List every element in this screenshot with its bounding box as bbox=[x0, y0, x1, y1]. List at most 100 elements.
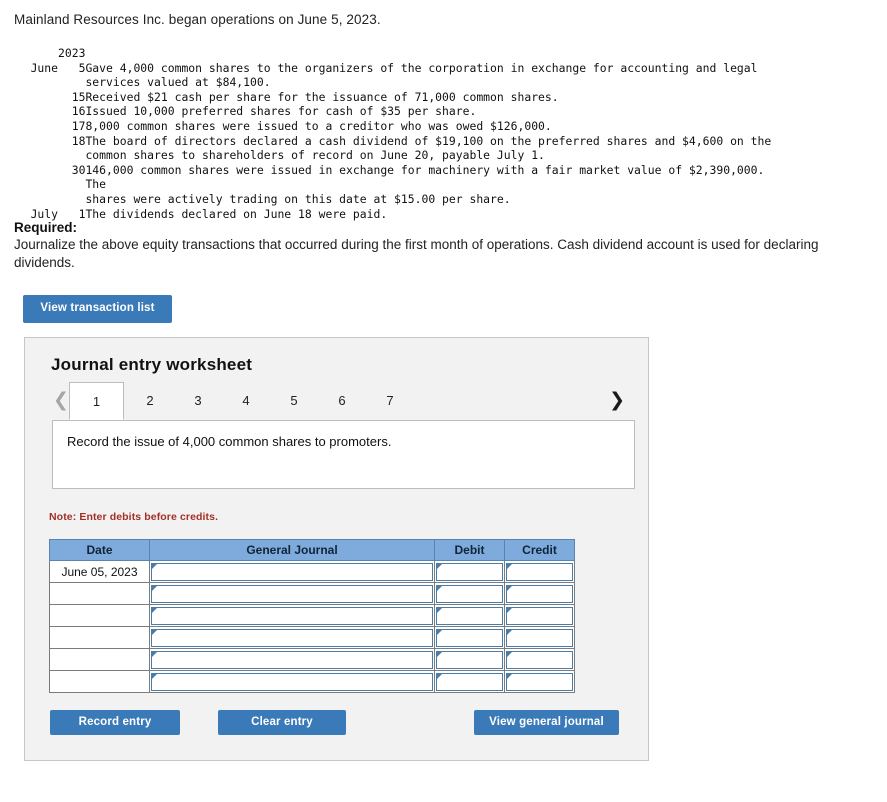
general-journal-input[interactable] bbox=[151, 606, 433, 625]
debit-cell[interactable] bbox=[434, 582, 505, 605]
dropdown-marker-icon bbox=[507, 563, 512, 569]
debit-input[interactable] bbox=[436, 606, 503, 625]
dropdown-marker-icon bbox=[152, 607, 157, 613]
credit-cell[interactable] bbox=[504, 604, 575, 627]
debit-input[interactable] bbox=[436, 650, 503, 669]
dropdown-marker-icon bbox=[437, 673, 442, 679]
date-cell[interactable] bbox=[49, 626, 150, 649]
record-entry-button[interactable]: Record entry bbox=[50, 710, 180, 735]
transaction-row: 30 146,000 common shares were issued in … bbox=[14, 163, 785, 207]
transaction-month: July bbox=[30, 206, 58, 221]
transaction-description: Gave 4,000 common shares to the organize… bbox=[85, 61, 785, 90]
transaction-year-desc bbox=[85, 46, 785, 61]
dropdown-marker-icon bbox=[152, 629, 157, 635]
dropdown-marker-icon bbox=[437, 607, 442, 613]
general-journal-cell[interactable] bbox=[149, 626, 435, 649]
transaction-month bbox=[14, 104, 58, 119]
tab-4[interactable]: 4 bbox=[222, 382, 270, 420]
transaction-month bbox=[14, 90, 58, 105]
credit-input[interactable] bbox=[506, 672, 573, 691]
journal-table-head: Date General Journal Debit Credit bbox=[49, 539, 575, 561]
debit-input[interactable] bbox=[436, 562, 503, 581]
debit-cell[interactable] bbox=[434, 604, 505, 627]
column-header-date: Date bbox=[49, 539, 150, 561]
worksheet-title: Journal entry worksheet bbox=[51, 355, 253, 374]
general-journal-input[interactable] bbox=[151, 584, 433, 603]
date-cell[interactable] bbox=[49, 582, 150, 605]
general-journal-input[interactable] bbox=[151, 562, 433, 581]
chevron-left-icon[interactable]: ❮ bbox=[53, 390, 69, 410]
dropdown-marker-icon bbox=[152, 585, 157, 591]
general-journal-input[interactable] bbox=[151, 650, 433, 669]
tab-3[interactable]: 3 bbox=[174, 382, 222, 420]
transaction-day: 17 bbox=[71, 118, 86, 133]
tab-1-label: 1 bbox=[92, 394, 101, 409]
transaction-row: June 5 Gave 4,000 common shares to the o… bbox=[14, 61, 785, 90]
transaction-month: June bbox=[30, 60, 58, 75]
transaction-description-line1: 8,000 common shares were issued to a cre… bbox=[85, 118, 552, 133]
transaction-table-body: 2023 June 5 Gave 4,000 common shares to … bbox=[14, 46, 785, 221]
tab-7[interactable]: 7 bbox=[366, 382, 414, 420]
transaction-row: 17 8,000 common shares were issued to a … bbox=[14, 119, 785, 134]
required-body: Journalize the above equity transactions… bbox=[14, 237, 819, 270]
date-cell[interactable] bbox=[49, 604, 150, 627]
credit-input[interactable] bbox=[506, 584, 573, 603]
dropdown-marker-icon bbox=[437, 629, 442, 635]
debit-cell[interactable] bbox=[434, 648, 505, 671]
tab-1[interactable]: 1 bbox=[69, 382, 124, 420]
transaction-description: Issued 10,000 preferred shares for cash … bbox=[85, 104, 785, 119]
general-journal-input[interactable] bbox=[151, 628, 433, 647]
credit-input[interactable] bbox=[506, 606, 573, 625]
tab-3-label: 3 bbox=[194, 393, 202, 408]
debit-cell[interactable] bbox=[434, 670, 505, 693]
table-row: June 05, 2023 bbox=[49, 560, 575, 583]
general-journal-cell[interactable] bbox=[149, 582, 435, 605]
tab-6[interactable]: 6 bbox=[318, 382, 366, 420]
credit-input[interactable] bbox=[506, 628, 573, 647]
transaction-row: 15 Received $21 cash per share for the i… bbox=[14, 90, 785, 105]
credit-input[interactable] bbox=[506, 650, 573, 669]
dropdown-marker-icon bbox=[437, 585, 442, 591]
clear-entry-button[interactable]: Clear entry bbox=[218, 710, 346, 735]
transaction-description-line1: Issued 10,000 preferred shares for cash … bbox=[85, 104, 477, 119]
view-transaction-list-button[interactable]: View transaction list bbox=[23, 295, 172, 323]
general-journal-cell[interactable] bbox=[149, 670, 435, 693]
date-cell[interactable] bbox=[49, 670, 150, 693]
credit-cell[interactable] bbox=[504, 560, 575, 583]
transaction-day: 18 bbox=[71, 133, 86, 148]
dropdown-marker-icon bbox=[152, 673, 157, 679]
debits-before-credits-note: Note: Enter debits before credits. bbox=[49, 511, 219, 523]
date-cell[interactable]: June 05, 2023 bbox=[49, 560, 150, 583]
dropdown-marker-icon bbox=[152, 651, 157, 657]
tab-2[interactable]: 2 bbox=[126, 382, 174, 420]
chevron-right-icon[interactable]: ❯ bbox=[609, 390, 625, 410]
debit-input[interactable] bbox=[436, 672, 503, 691]
credit-cell[interactable] bbox=[504, 648, 575, 671]
journal-table-body: June 05, 2023 bbox=[49, 560, 575, 693]
transaction-month bbox=[14, 163, 58, 207]
credit-cell[interactable] bbox=[504, 670, 575, 693]
debit-input[interactable] bbox=[436, 584, 503, 603]
required-heading: Required: bbox=[14, 220, 78, 235]
debit-input[interactable] bbox=[436, 628, 503, 647]
table-row bbox=[49, 604, 575, 627]
dropdown-marker-icon bbox=[152, 563, 157, 569]
credit-cell[interactable] bbox=[504, 582, 575, 605]
debit-cell[interactable] bbox=[434, 626, 505, 649]
tab-5[interactable]: 5 bbox=[270, 382, 318, 420]
debit-cell[interactable] bbox=[434, 560, 505, 583]
general-journal-cell[interactable] bbox=[149, 648, 435, 671]
general-journal-input[interactable] bbox=[151, 672, 433, 691]
credit-input[interactable] bbox=[506, 562, 573, 581]
transaction-year: 2023 bbox=[58, 46, 86, 60]
transaction-year-spacer bbox=[14, 46, 58, 61]
tab-5-label: 5 bbox=[290, 393, 298, 408]
general-journal-cell[interactable] bbox=[149, 604, 435, 627]
view-general-journal-button[interactable]: View general journal bbox=[474, 710, 619, 735]
credit-cell[interactable] bbox=[504, 626, 575, 649]
transaction-day: 1 bbox=[78, 206, 86, 221]
date-cell[interactable] bbox=[49, 648, 150, 671]
general-journal-cell[interactable] bbox=[149, 560, 435, 583]
worksheet-tabs: ❮ 1 2 3 4 5 6 7 ❯ bbox=[49, 382, 627, 420]
transaction-day: 15 bbox=[71, 89, 86, 104]
